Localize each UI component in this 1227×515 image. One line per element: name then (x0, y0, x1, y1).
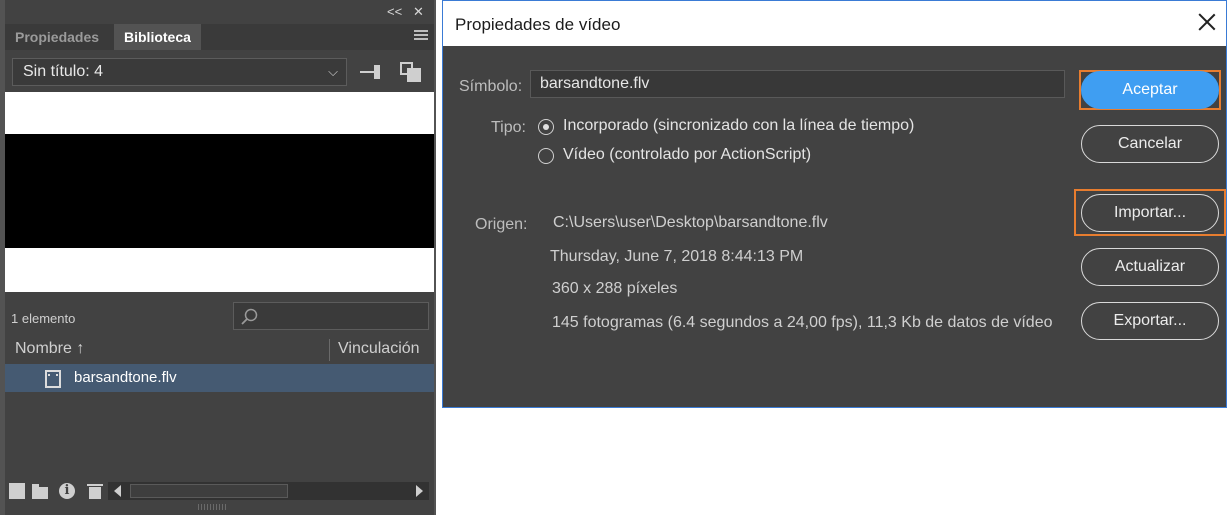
panel-topbar: << ✕ (5, 0, 434, 24)
symbol-name-field[interactable]: barsandtone.flv (530, 70, 1065, 98)
close-icon[interactable]: ✕ (413, 4, 424, 20)
scroll-right-arrow-icon[interactable] (416, 485, 423, 497)
pin-icon[interactable] (360, 62, 386, 82)
scroll-left-arrow-icon[interactable] (114, 485, 121, 497)
symbol-label: Símbolo: (459, 78, 523, 95)
radio-embedded-label[interactable]: Incorporado (sincronizado con la línea d… (563, 117, 914, 135)
radio-actionscript-label[interactable]: Vídeo (controlado por ActionScript) (563, 146, 811, 164)
video-film-icon (45, 370, 61, 388)
origin-label: Origen: (475, 216, 528, 233)
ok-button[interactable]: Aceptar (1081, 71, 1219, 109)
preview-video-frame (5, 134, 434, 248)
sort-ascending-icon: ↑ (76, 340, 85, 357)
radio-embedded[interactable] (538, 119, 554, 135)
search-icon (241, 308, 258, 325)
collapse-icon[interactable]: << (387, 4, 402, 19)
tab-library[interactable]: Biblioteca (114, 24, 201, 50)
dialog-title: Propiedades de vídeo (455, 15, 621, 34)
new-symbol-icon[interactable] (9, 483, 25, 499)
new-folder-icon[interactable] (32, 483, 48, 499)
library-panel: << ✕ Propiedades Biblioteca Sin título: … (0, 0, 436, 515)
origin-path: C:\Users\user\Desktop\barsandtone.flv (553, 214, 828, 231)
column-name[interactable]: Nombre ↑ (15, 340, 84, 358)
column-header: Nombre ↑ Vinculación (5, 337, 434, 363)
column-divider[interactable] (329, 339, 330, 361)
origin-dimensions: 360 x 288 píxeles (552, 280, 678, 297)
video-properties-dialog: Propiedades de vídeo Símbolo: barsandton… (442, 0, 1227, 408)
origin-frames: 145 fotogramas (6.4 segundos a 24,00 fps… (552, 314, 1053, 331)
radio-actionscript[interactable] (538, 148, 554, 164)
cancel-button[interactable]: Cancelar (1081, 125, 1219, 163)
library-search-input[interactable] (233, 302, 429, 330)
library-panel-inner: << ✕ Propiedades Biblioteca Sin título: … (5, 0, 434, 515)
properties-icon[interactable]: i (59, 483, 75, 499)
document-select[interactable]: Sin título: 4 ⌵ (12, 58, 347, 86)
scroll-thumb[interactable] (130, 484, 288, 498)
dialog-close-icon[interactable] (1196, 11, 1218, 33)
resize-grip[interactable] (198, 504, 228, 510)
delete-icon[interactable] (87, 483, 103, 499)
origin-date: Thursday, June 7, 2018 8:44:13 PM (550, 248, 804, 265)
import-button[interactable]: Importar... (1081, 194, 1219, 232)
panel-menu-icon[interactable] (414, 30, 428, 42)
tab-properties[interactable]: Propiedades (5, 24, 110, 50)
update-button[interactable]: Actualizar (1081, 248, 1219, 286)
horizontal-scrollbar[interactable] (108, 482, 429, 500)
type-label: Tipo: (491, 119, 526, 136)
panel-tabs: Propiedades Biblioteca (5, 24, 434, 50)
item-count: 1 elemento (11, 311, 76, 326)
symbol-preview (5, 92, 434, 292)
document-select-value: Sin título: 4 (23, 63, 104, 80)
library-item-name: barsandtone.flv (74, 369, 177, 386)
library-item[interactable]: barsandtone.flv (5, 364, 434, 392)
column-linkage[interactable]: Vinculación (338, 340, 420, 358)
dialog-body: Símbolo: barsandtone.flv Tipo: Incorpora… (443, 46, 1226, 407)
export-button[interactable]: Exportar... (1081, 302, 1219, 340)
chevron-down-icon: ⌵ (328, 64, 338, 79)
dialog-titlebar: Propiedades de vídeo (443, 1, 1226, 46)
new-library-panel-icon[interactable] (400, 62, 424, 82)
